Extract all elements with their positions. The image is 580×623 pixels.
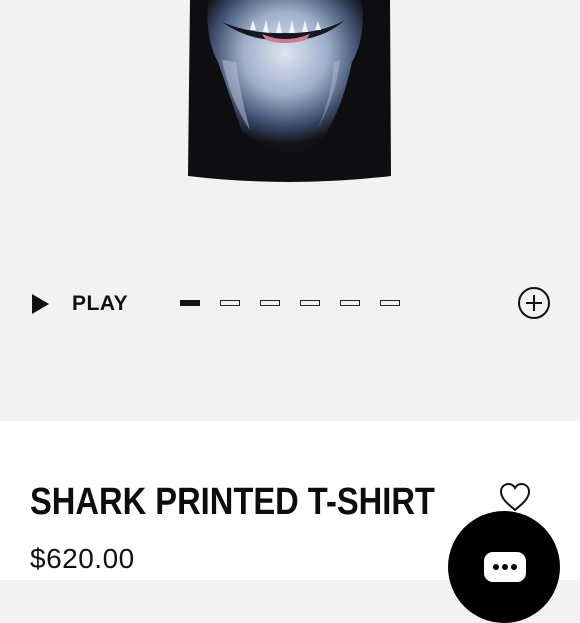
- gallery-controls: PLAY: [0, 282, 580, 326]
- chat-button[interactable]: [448, 511, 560, 623]
- product-price: $620.00: [30, 543, 135, 574]
- heart-icon: [499, 482, 531, 512]
- chat-bubble-icon: [484, 552, 526, 582]
- wishlist-button[interactable]: [498, 481, 532, 513]
- play-button[interactable]: PLAY: [30, 290, 128, 318]
- zoom-button[interactable]: [517, 286, 551, 320]
- slide-indicator-5[interactable]: [340, 300, 360, 306]
- slide-indicator-6[interactable]: [380, 300, 400, 306]
- slide-indicator-1[interactable]: [180, 300, 200, 306]
- slide-indicators: [180, 300, 420, 306]
- product-image: [188, 0, 391, 182]
- slide-indicator-3[interactable]: [260, 300, 280, 306]
- play-label: PLAY: [72, 292, 129, 315]
- product-details: SHARK PRINTED T-SHIRT $620.00: [0, 421, 580, 623]
- plus-circle-icon: [518, 287, 550, 319]
- play-icon: [32, 294, 49, 314]
- product-gallery: PLAY: [0, 0, 580, 421]
- product-title: SHARK PRINTED T-SHIRT: [30, 481, 435, 523]
- slide-indicator-2[interactable]: [220, 300, 240, 306]
- slide-indicator-4[interactable]: [300, 300, 320, 306]
